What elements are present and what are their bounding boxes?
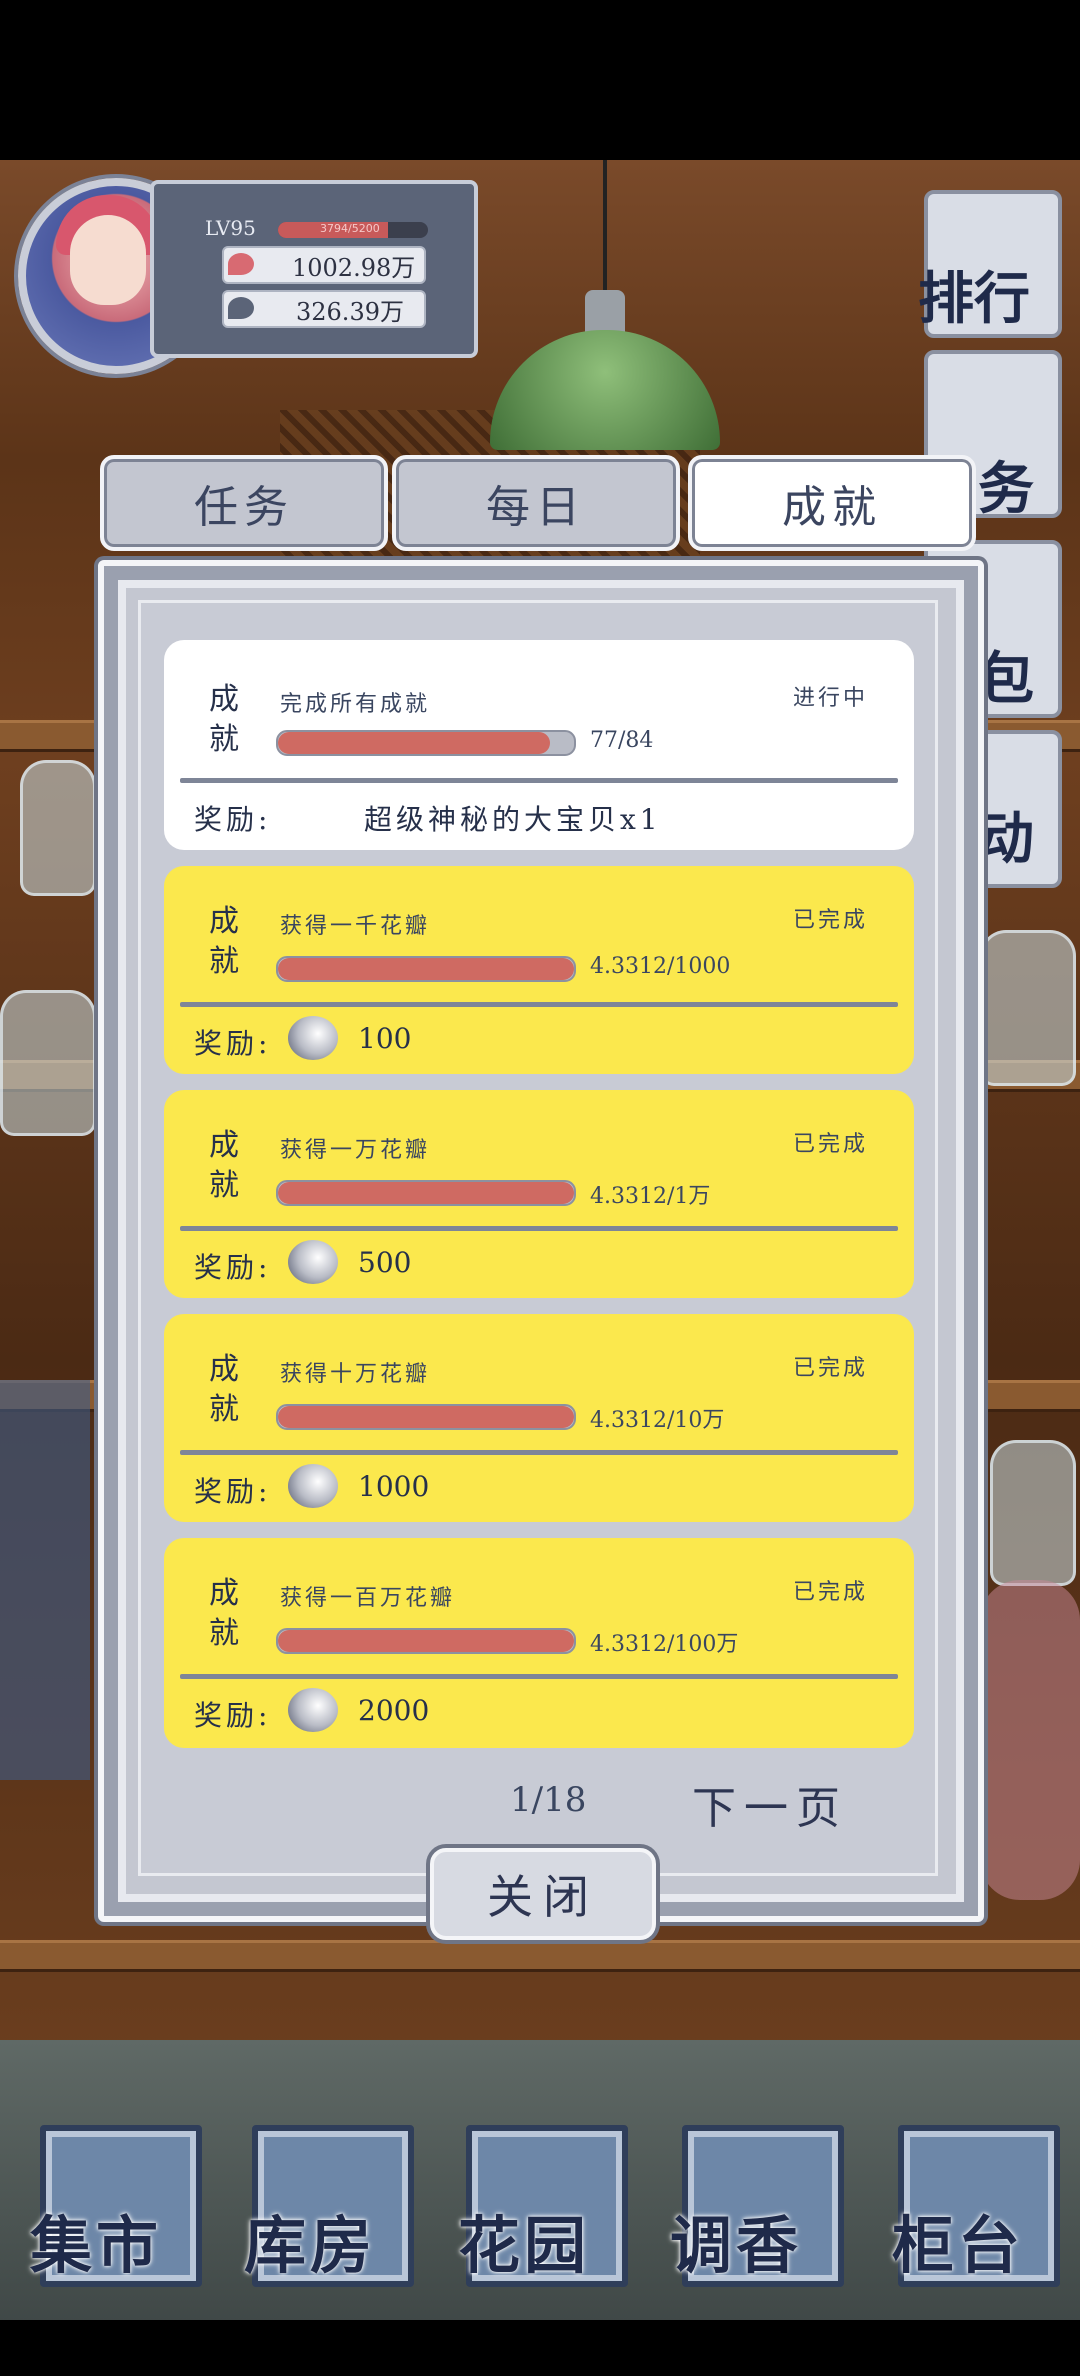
xp-text: 3794/5200 [320, 222, 380, 235]
achievement-progress-bar [276, 730, 576, 756]
achievement-card: 成 就 获得一万花瓣 已完成 4.3312/1万 奖励: 500 [164, 1090, 914, 1298]
category-label-top: 成 [209, 1576, 239, 1611]
reward-label: 奖励: [194, 803, 272, 836]
player-level: LV95 [205, 216, 256, 240]
achievement-progress-bar [276, 956, 576, 982]
reward-label: 奖励: [194, 1027, 272, 1060]
achievement-card: 成 就 获得一千花瓣 已完成 4.3312/1000 奖励: 100 [164, 866, 914, 1074]
achievement-status: 已完成 [792, 1132, 868, 1157]
achievement-progress-bar [276, 1628, 576, 1654]
achievement-card: 成 就 完成所有成就 进行中 77/84 奖励: 超级神秘的大宝贝x1 [164, 640, 914, 850]
page-indicator: 1/18 [510, 1780, 587, 1820]
grey-petal-icon [228, 297, 254, 319]
lamp-cord [603, 160, 607, 310]
achievement-progress-text: 77/84 [590, 728, 654, 753]
tab-achievements[interactable]: 成就 [688, 455, 976, 551]
achievement-status: 已完成 [792, 1580, 868, 1605]
reward-amount: 1000 [358, 1470, 430, 1503]
progress-fill [278, 732, 551, 754]
reward-amount: 100 [358, 1022, 412, 1055]
nav-storage-label: 库房 [244, 2209, 377, 2282]
side-label-ranking: 排行 [918, 266, 1030, 332]
achievement-status: 进行中 [792, 686, 868, 711]
petal-icon [288, 1240, 338, 1284]
jar [980, 930, 1076, 1086]
achievement-title: 获得一万花瓣 [280, 1138, 431, 1163]
card-divider [180, 1450, 898, 1455]
category-label-bottom: 就 [209, 1616, 239, 1651]
reward-label: 奖励: [194, 1699, 272, 1732]
jar [0, 990, 96, 1136]
card-divider [180, 778, 898, 783]
petal-icon [288, 1464, 338, 1508]
achievement-title: 获得一百万花瓣 [280, 1586, 456, 1611]
achievement-title: 获得十万花瓣 [280, 1362, 431, 1387]
progress-fill [278, 1406, 574, 1428]
achievement-progress-text: 4.3312/1万 [590, 1184, 711, 1209]
currency-grey-value: 326.39万 [296, 298, 404, 326]
card-divider [180, 1674, 898, 1679]
achievement-status: 已完成 [792, 908, 868, 933]
reward-label: 奖励: [194, 1475, 272, 1508]
close-button[interactable]: 关闭 [430, 1848, 656, 1940]
nav-garden-label: 花园 [458, 2209, 591, 2282]
progress-fill [278, 1630, 574, 1652]
nav-perfume-label: 调香 [670, 2209, 803, 2282]
category-label-top: 成 [209, 1352, 239, 1387]
reward-label: 奖励: [194, 1251, 272, 1284]
currency-red-value: 1002.98万 [292, 254, 416, 282]
side-button-ranking[interactable]: 排行 [918, 190, 1062, 338]
achievement-card: 成 就 获得一百万花瓣 已完成 4.3312/100万 奖励: 2000 [164, 1538, 914, 1748]
category-label-top: 成 [209, 1128, 239, 1163]
card-divider [180, 1002, 898, 1007]
achievement-title: 获得一千花瓣 [280, 914, 431, 939]
nav-market-label: 集市 [30, 2209, 163, 2282]
nav-counter-label: 柜台 [892, 2209, 1025, 2282]
jar [990, 1440, 1076, 1586]
achievement-status: 已完成 [792, 1356, 868, 1381]
petal-icon [288, 1688, 338, 1732]
next-page-button[interactable]: 下一页 [692, 1772, 848, 1836]
tab-tasks[interactable]: 任务 [100, 455, 388, 551]
card-divider [180, 1226, 898, 1231]
side-label-events: 动 [978, 806, 1034, 872]
tab-daily[interactable]: 每日 [392, 455, 680, 551]
flower-pot [980, 1580, 1080, 1900]
reward-amount: 2000 [358, 1694, 430, 1727]
achievement-progress-text: 4.3312/100万 [590, 1632, 739, 1657]
side-label-tasks: 务 [978, 456, 1034, 522]
avatar-face [70, 215, 146, 305]
achievement-card: 成 就 获得十万花瓣 已完成 4.3312/10万 奖励: 1000 [164, 1314, 914, 1522]
reward-amount: 500 [358, 1246, 412, 1279]
category-label-bottom: 就 [209, 944, 239, 979]
reward-text: 超级神秘的大宝贝x1 [364, 803, 662, 836]
category-label-bottom: 就 [209, 1168, 239, 1203]
category-label-bottom: 就 [209, 1392, 239, 1427]
achievement-progress-text: 4.3312/10万 [590, 1408, 725, 1433]
shelf [0, 1940, 1080, 1972]
progress-fill [278, 1182, 574, 1204]
achievement-title: 完成所有成就 [280, 692, 431, 717]
flower-vase [0, 1380, 90, 1780]
petal-icon [288, 1016, 338, 1060]
category-label-top: 成 [209, 682, 239, 717]
achievement-progress-bar [276, 1180, 576, 1206]
category-label-top: 成 [209, 904, 239, 939]
achievement-progress-bar [276, 1404, 576, 1430]
jar [20, 760, 96, 896]
progress-fill [278, 958, 574, 980]
side-label-bag: 包 [978, 646, 1034, 712]
achievement-progress-text: 4.3312/1000 [590, 954, 731, 979]
heart-petal-icon [228, 253, 254, 275]
category-label-bottom: 就 [209, 722, 239, 757]
